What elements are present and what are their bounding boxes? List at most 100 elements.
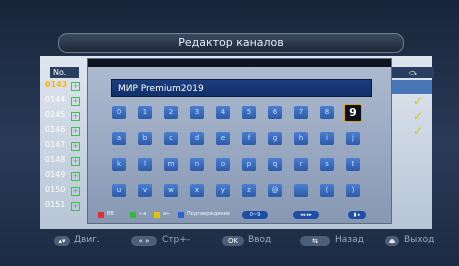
channel-number: 0143: [45, 80, 68, 89]
tv-icon: +: [71, 127, 80, 136]
selected-row-highlight: [392, 80, 432, 94]
footer-enter: Ввод: [248, 235, 272, 245]
number-range-badge: 0~9: [242, 211, 268, 219]
check-icon: ✓: [413, 94, 424, 108]
tv-icon: +: [71, 172, 80, 181]
key[interactable]: w: [164, 184, 178, 197]
dialog-legend: ВВ ←a a← Подтверждение 0~9 ◂◂ ▸▸ ▮ ▸: [98, 211, 388, 220]
key[interactable]: @: [268, 184, 282, 197]
channel-number: 0147: [45, 140, 66, 149]
back-icon: ⇆: [300, 236, 330, 246]
footer-move: Двиг.: [74, 235, 100, 245]
key[interactable]: h: [294, 132, 308, 145]
key[interactable]: (: [320, 184, 334, 197]
channel-number: 0145: [45, 110, 66, 119]
key[interactable]: t: [346, 158, 360, 171]
channel-list: 0143 + 0144 + 0145 + 0146 + 0147 + 0148 + 0149…: [41, 79, 80, 214]
window-title: Редактор каналов: [58, 33, 404, 53]
dialog-titlebar: [88, 59, 391, 67]
channel-row[interactable]: 0150 +: [41, 184, 80, 198]
yellow-key-icon: [154, 212, 160, 218]
key[interactable]: 1: [138, 106, 152, 119]
key-space[interactable]: [294, 184, 308, 197]
key[interactable]: z: [242, 184, 256, 197]
key[interactable]: c: [164, 132, 178, 145]
red-key-icon: [98, 212, 104, 218]
key[interactable]: p: [242, 158, 256, 171]
channel-number: 0146: [45, 125, 66, 134]
key[interactable]: j: [346, 132, 360, 145]
blue-key-label: Подтверждение: [187, 211, 231, 217]
tv-icon: +: [71, 202, 80, 211]
key[interactable]: b: [138, 132, 152, 145]
tv-icon: +: [71, 97, 80, 106]
key[interactable]: r: [294, 158, 308, 171]
channel-number: 0148: [45, 155, 66, 164]
key[interactable]: k: [112, 158, 126, 171]
channel-row[interactable]: 0149 +: [41, 169, 80, 183]
forward-badge: ▮ ▸: [348, 211, 366, 219]
check-icon: ✓: [413, 109, 424, 123]
key[interactable]: 4: [216, 106, 230, 119]
key[interactable]: y: [216, 184, 230, 197]
footer-bar: ▴▾ Двиг. « » Стр+- OK Ввод ⇆ Назад ⏏ Вых…: [0, 234, 459, 250]
key[interactable]: 6: [268, 106, 282, 119]
key[interactable]: f: [242, 132, 256, 145]
green-key-label: ←a: [139, 211, 147, 217]
channel-number: 0150: [45, 185, 66, 194]
key[interactable]: 7: [294, 106, 308, 119]
key[interactable]: l: [138, 158, 152, 171]
screen: Редактор каналов No. ⤼ 0143 + 0144 + 0145 +…: [0, 0, 459, 266]
exit-icon: ⏏: [385, 236, 399, 246]
tv-icon: +: [71, 142, 80, 151]
key[interactable]: e: [216, 132, 230, 145]
channel-number: 0151: [45, 200, 66, 209]
tv-icon: +: [71, 187, 80, 196]
key[interactable]: ): [346, 184, 360, 197]
footer-back: Назад: [335, 235, 364, 245]
key[interactable]: 8: [320, 106, 334, 119]
key[interactable]: 5: [242, 106, 256, 119]
key[interactable]: 0: [112, 106, 126, 119]
channel-row[interactable]: 0145 +: [41, 109, 80, 123]
key[interactable]: q: [268, 158, 282, 171]
channel-row[interactable]: 0143 +: [41, 79, 80, 93]
ok-button-icon: OK: [222, 236, 244, 246]
tv-icon: +: [71, 82, 80, 91]
yellow-key-label: a←: [163, 211, 171, 217]
footer-page: Стр+-: [162, 235, 191, 245]
key[interactable]: s: [320, 158, 334, 171]
key[interactable]: v: [138, 184, 152, 197]
key[interactable]: u: [112, 184, 126, 197]
key[interactable]: m: [164, 158, 178, 171]
key[interactable]: n: [190, 158, 204, 171]
page-arrows-icon: « »: [131, 236, 157, 246]
channel-number: 0144: [45, 95, 66, 104]
channel-row[interactable]: 0151 +: [41, 199, 80, 213]
channel-row[interactable]: 0147 +: [41, 139, 80, 153]
footer-exit: Выход: [404, 235, 435, 245]
column-header-icon: ⤼: [392, 67, 434, 78]
key[interactable]: 2: [164, 106, 178, 119]
channel-row[interactable]: 0146 +: [41, 124, 80, 138]
key-selected[interactable]: 9: [344, 104, 362, 122]
key[interactable]: g: [268, 132, 282, 145]
channel-row[interactable]: 0144 +: [41, 94, 80, 108]
tv-icon: +: [71, 112, 80, 121]
key[interactable]: 3: [190, 106, 204, 119]
arrows-badge: ◂◂ ▸▸: [293, 211, 319, 219]
channel-number: 0149: [45, 170, 66, 179]
rename-dialog: МИР Premium2019 0 1 2 3 4 5 6 7 8 9 a b …: [87, 58, 392, 224]
red-key-label: ВВ: [107, 211, 114, 217]
check-icon: ✓: [413, 124, 424, 138]
key[interactable]: i: [320, 132, 334, 145]
tv-icon: +: [71, 157, 80, 166]
name-input[interactable]: МИР Premium2019: [111, 79, 372, 97]
column-header-no: No.: [50, 67, 79, 78]
key[interactable]: o: [216, 158, 230, 171]
key[interactable]: a: [112, 132, 126, 145]
key[interactable]: d: [190, 132, 204, 145]
blue-key-icon: [178, 212, 184, 218]
channel-row[interactable]: 0148 +: [41, 154, 80, 168]
key[interactable]: x: [190, 184, 204, 197]
